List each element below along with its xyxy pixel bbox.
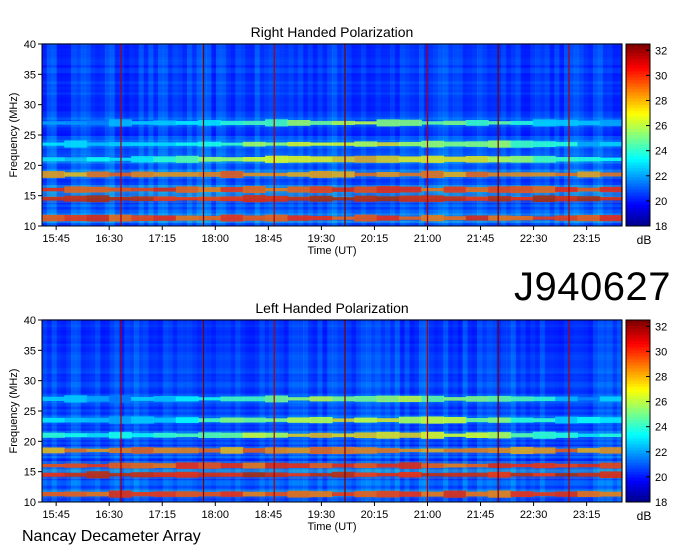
y-tick-label: 10 bbox=[24, 221, 36, 233]
y-tick-label: 25 bbox=[24, 130, 36, 142]
y-tick-label: 20 bbox=[24, 436, 36, 448]
x-tick-label: 21:00 bbox=[414, 509, 442, 521]
colorbar-tick-label: 18 bbox=[655, 221, 667, 233]
colorbar-tick-label: 20 bbox=[655, 196, 667, 208]
x-tick-label: 18:45 bbox=[255, 233, 283, 245]
x-tick-label: 19:30 bbox=[308, 509, 336, 521]
x-tick-label: 17:15 bbox=[148, 509, 176, 521]
x-axis-label: Time (UT) bbox=[307, 245, 356, 257]
x-tick-label: 18:00 bbox=[202, 233, 230, 245]
colorbar-tick-label: 30 bbox=[655, 346, 667, 358]
colorbar-tick-label: 32 bbox=[655, 45, 667, 57]
chart-right-polarization: 10 15 20 25 30 35 40 15:45 16:30 17:15 18:00 18:45 1… bbox=[8, 39, 667, 257]
x-tick-label: 20:15 bbox=[361, 509, 389, 521]
y-tick-label: 10 bbox=[24, 497, 36, 509]
colorbar-tick-label: 18 bbox=[655, 497, 667, 509]
colorbar-tick-label: 26 bbox=[655, 121, 667, 133]
y-tick-label: 35 bbox=[24, 345, 36, 357]
colorbar-tick-label: 28 bbox=[655, 95, 667, 107]
x-tick-label: 23:15 bbox=[573, 233, 601, 245]
colorbar-tick-label: 28 bbox=[655, 371, 667, 383]
x-tick-label: 23:15 bbox=[573, 509, 601, 521]
y-tick-label: 15 bbox=[24, 191, 36, 203]
x-tick-label: 21:45 bbox=[467, 233, 495, 245]
x-axis-label: Time (UT) bbox=[307, 521, 356, 533]
x-tick-label: 15:45 bbox=[42, 509, 70, 521]
y-tick-label: 30 bbox=[24, 376, 36, 388]
x-tick-label: 16:30 bbox=[95, 509, 123, 521]
x-tick-label: 22:30 bbox=[520, 509, 548, 521]
colorbar-unit-label: dB bbox=[637, 509, 652, 523]
x-tick-label: 18:00 bbox=[202, 509, 230, 521]
x-tick-label: 21:45 bbox=[467, 509, 495, 521]
colorbar-tick-label: 32 bbox=[655, 321, 667, 333]
colorbar-tick-label: 24 bbox=[655, 422, 667, 434]
colorbar-tick-label: 22 bbox=[655, 447, 667, 459]
y-tick-label: 20 bbox=[24, 160, 36, 172]
colorbar-tick-label: 22 bbox=[655, 171, 667, 183]
chart-left-polarization: 10 15 20 25 30 35 40 15:45 16:30 17:15 18:00 18:45 1… bbox=[8, 315, 667, 533]
colorbar-unit-label: dB bbox=[637, 233, 652, 247]
colorbar-tick-label: 26 bbox=[655, 397, 667, 409]
y-tick-label: 40 bbox=[24, 315, 36, 327]
x-tick-label: 18:45 bbox=[255, 509, 283, 521]
y-tick-label: 15 bbox=[24, 467, 36, 479]
x-tick-label: 20:15 bbox=[361, 233, 389, 245]
y-axis-label: Frequency (MHz) bbox=[8, 93, 20, 178]
colorbar-tick-label: 20 bbox=[655, 472, 667, 484]
y-tick-label: 25 bbox=[24, 406, 36, 418]
x-tick-label: 17:15 bbox=[148, 233, 176, 245]
y-tick-label: 30 bbox=[24, 100, 36, 112]
x-tick-label: 22:30 bbox=[520, 233, 548, 245]
instrument-label: Nancay Decameter Array bbox=[22, 528, 201, 545]
x-tick-label: 16:30 bbox=[95, 233, 123, 245]
colorbar-tick-label: 24 bbox=[655, 146, 667, 158]
y-axis-label: Frequency (MHz) bbox=[8, 369, 20, 454]
y-tick-label: 40 bbox=[24, 39, 36, 51]
colorbar-tick-label: 30 bbox=[655, 70, 667, 82]
x-tick-label: 19:30 bbox=[308, 233, 336, 245]
y-tick-label: 35 bbox=[24, 69, 36, 81]
x-tick-label: 21:00 bbox=[414, 233, 442, 245]
x-tick-label: 15:45 bbox=[42, 233, 70, 245]
